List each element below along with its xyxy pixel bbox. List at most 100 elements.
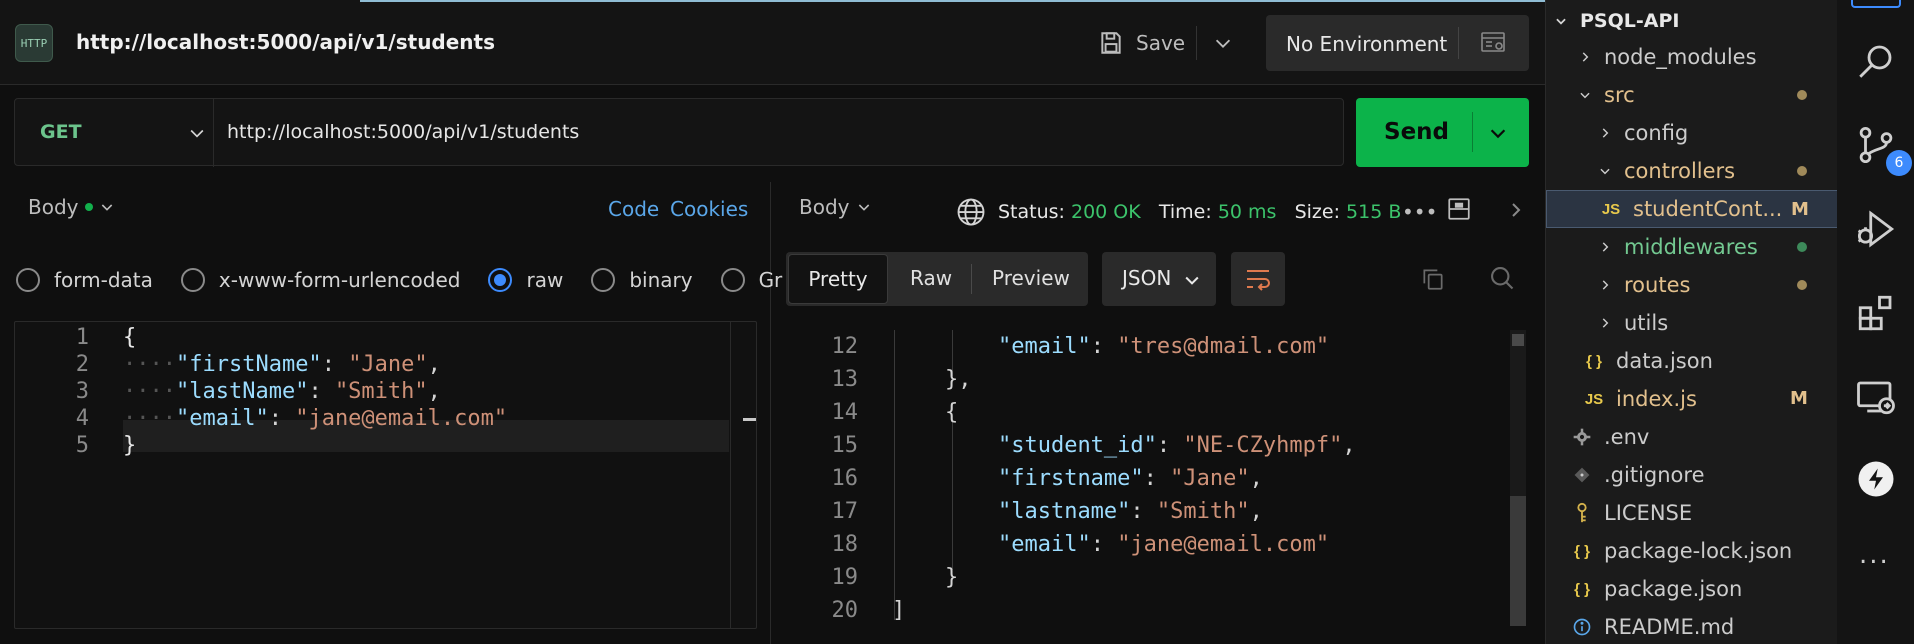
chevron-down-icon[interactable] (1486, 122, 1510, 144)
tree-item-label: index.js (1616, 387, 1697, 411)
radio-raw[interactable]: raw (488, 268, 563, 292)
radio-circle[interactable] (591, 268, 616, 292)
modified-dot-icon (1797, 166, 1807, 176)
status-value[interactable]: 200 OK (1071, 201, 1141, 223)
layout-toggle-icon[interactable] (1446, 196, 1472, 222)
code-link[interactable]: Code (608, 197, 659, 221)
radio-form-data[interactable]: form-data (16, 268, 153, 292)
tree-item-label: config (1624, 121, 1689, 145)
tree-item-student-controller[interactable]: JS studentCont... M (1546, 190, 1838, 228)
tree-item-label: middlewares (1624, 235, 1758, 259)
line-number: 2 (75, 352, 89, 377)
radio-graphql[interactable]: Gr (720, 268, 782, 292)
line-number: 19 (831, 565, 859, 590)
chevron-right-icon (1598, 126, 1612, 140)
chevron-down-icon (858, 204, 869, 211)
tree-item-utils[interactable]: utils (1546, 304, 1838, 342)
tree-item-env[interactable]: .env (1546, 418, 1838, 456)
tree-item-label: studentCont... (1633, 197, 1783, 221)
wrap-lines-icon (1247, 270, 1270, 291)
activity-bar: 6 ... (1837, 0, 1914, 644)
modified-badge: M (1790, 388, 1808, 409)
line-number: 14 (831, 400, 859, 425)
tree-item-node-modules[interactable]: node_modules (1546, 38, 1838, 76)
chevron-right-icon (1598, 316, 1612, 330)
tree-item-routes[interactable]: routes (1546, 266, 1838, 304)
environment-quick-look-icon[interactable] (1480, 31, 1508, 55)
thunder-client-icon[interactable] (1855, 458, 1897, 500)
format-dropdown[interactable]: JSON (1102, 252, 1216, 306)
tree-item-package-json[interactable]: { } package.json (1546, 570, 1838, 608)
divider (971, 264, 972, 294)
radio-circle[interactable] (180, 268, 205, 292)
radio-label: x-www-form-urlencoded (218, 268, 461, 292)
send-button[interactable]: Send (1356, 98, 1529, 167)
radio-circle[interactable] (16, 268, 40, 292)
run-debug-icon[interactable] (1855, 208, 1897, 250)
extensions-icon[interactable] (1855, 292, 1897, 334)
view-pretty-button[interactable]: Pretty (788, 254, 888, 304)
pane-splitter[interactable] (770, 182, 771, 644)
search-icon[interactable] (1488, 264, 1516, 292)
request-body-tab[interactable]: Body (28, 195, 115, 219)
active-tab-indicator (360, 0, 1545, 2)
remote-explorer-icon[interactable] (1855, 376, 1897, 418)
tree-item-package-lock-json[interactable]: { } package-lock.json (1546, 532, 1838, 570)
word-wrap-button[interactable] (1231, 252, 1285, 306)
line-number: 17 (831, 499, 859, 524)
line-number: 13 (831, 367, 859, 392)
git-icon (1570, 466, 1594, 484)
save-button[interactable]: Save (1098, 26, 1185, 60)
chevron-down-icon[interactable] (187, 123, 207, 143)
environment-selector[interactable]: No Environment (1266, 15, 1529, 71)
radio-x-www-form-urlencoded[interactable]: x-www-form-urlencoded (180, 268, 461, 292)
tree-item-label: README.md (1604, 615, 1735, 639)
radio-circle[interactable] (488, 268, 513, 292)
globe-icon[interactable] (956, 197, 986, 227)
explorer-root[interactable]: PSQL-API (1546, 2, 1838, 40)
chevron-down-icon[interactable] (1212, 32, 1234, 54)
cookies-link[interactable]: Cookies (670, 197, 748, 221)
tree-item-gitignore[interactable]: .gitignore (1546, 456, 1838, 494)
scrollbar-marker (1512, 334, 1524, 346)
tree-item-controllers[interactable]: controllers (1546, 152, 1838, 190)
line-number: 4 (75, 406, 89, 431)
time-value[interactable]: 50 ms (1218, 201, 1277, 223)
copy-icon[interactable] (1420, 266, 1446, 292)
size-value[interactable]: 515 B (1346, 201, 1401, 223)
tree-item-readme[interactable]: README.md (1546, 608, 1838, 644)
tree-item-config[interactable]: config (1546, 114, 1838, 152)
view-preview-button[interactable]: Preview (992, 266, 1070, 290)
search-icon[interactable] (1855, 40, 1897, 82)
code-line: } (123, 433, 137, 458)
format-label: JSON (1122, 266, 1172, 290)
tree-item-license[interactable]: LICENSE (1546, 494, 1838, 532)
response-scrollbar-thumb[interactable] (1510, 496, 1526, 626)
radio-binary[interactable]: binary (591, 268, 693, 292)
view-raw-button[interactable]: Raw (910, 266, 952, 290)
tree-item-index-js[interactable]: JS index.js M (1546, 380, 1838, 418)
response-body-tab[interactable]: Body (799, 195, 872, 219)
line-number: 1 (75, 325, 89, 350)
tree-item-data-json[interactable]: { } data.json (1546, 342, 1838, 380)
request-title[interactable]: http://localhost:5000/api/v1/students (76, 30, 495, 54)
modified-badge: M (1791, 199, 1809, 220)
method-selector[interactable]: GET (40, 121, 82, 143)
json-file-icon: { } (1574, 580, 1590, 598)
tree-item-src[interactable]: src (1546, 76, 1838, 114)
tree-item-middlewares[interactable]: middlewares (1546, 228, 1838, 266)
chevron-right-icon[interactable] (1507, 198, 1525, 222)
minimap-divider (730, 322, 731, 628)
more-options-icon[interactable]: ••• (1402, 200, 1437, 224)
http-request-icon: HTTP (15, 24, 53, 62)
explorer-active-indicator (1851, 0, 1901, 8)
more-actions-icon[interactable]: ... (1859, 540, 1890, 570)
url-input[interactable] (227, 115, 1327, 149)
radio-circle[interactable] (720, 268, 745, 292)
response-body-viewer[interactable]: 12 13 14 15 16 17 18 19 20 "email": "tre… (786, 330, 1526, 630)
source-control-badge: 6 (1886, 150, 1912, 176)
divider (1458, 27, 1459, 59)
request-body-editor[interactable]: 1 2 3 4 5 { ····"firstName": "Jane", ···… (14, 321, 757, 629)
radio-label: form-data (54, 268, 153, 292)
chevron-down-icon (1598, 164, 1612, 178)
